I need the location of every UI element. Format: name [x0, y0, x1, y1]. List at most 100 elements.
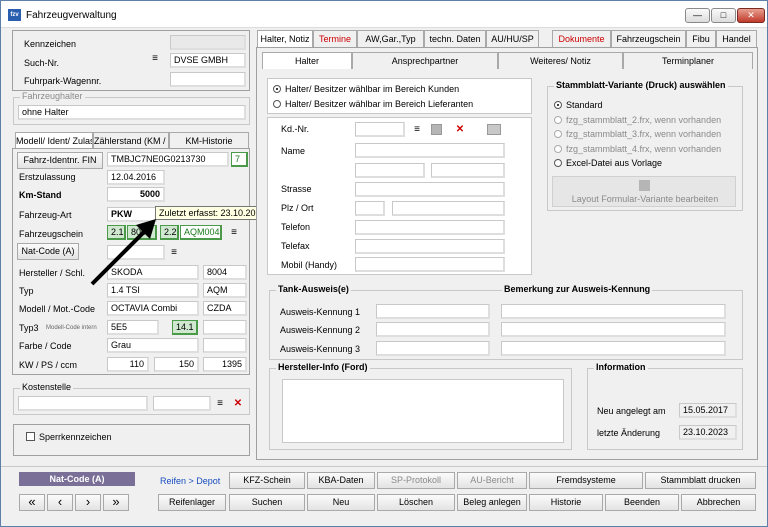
farbe-code-field[interactable]	[203, 338, 247, 353]
subtab-halter[interactable]: Halter	[262, 52, 352, 69]
halter-field[interactable]: ohne Halter	[18, 105, 246, 120]
radio-excel[interactable]	[554, 159, 562, 167]
typ-code-field[interactable]: AQM	[203, 283, 247, 298]
square-icon[interactable]	[431, 124, 442, 135]
tab-halter-notiz[interactable]: Halter, Notiz	[257, 30, 313, 47]
sperr-checkbox[interactable]	[26, 432, 35, 441]
modell-code-field[interactable]: CZDA	[203, 301, 247, 316]
hersteller-info-textarea[interactable]	[282, 379, 564, 443]
layout-button[interactable]: Layout Formular-Variante bearbeiten	[552, 176, 736, 207]
tab-km-historie[interactable]: KM-Historie	[169, 132, 249, 149]
card-icon[interactable]	[487, 124, 501, 135]
tab-termine[interactable]: Termine	[313, 30, 357, 47]
modell-field[interactable]: OCTAVIA Combi	[107, 301, 199, 316]
bemerkung-field-3[interactable]	[501, 341, 726, 356]
prev-record-icon[interactable]: ‹	[47, 494, 73, 511]
neu-angelegt-field: 15.05.2017	[679, 403, 737, 418]
next-record-icon[interactable]: ›	[75, 494, 101, 511]
ort-field[interactable]	[392, 201, 505, 216]
delete-icon[interactable]: ✕	[454, 124, 466, 136]
ausweis-field-3[interactable]	[376, 341, 490, 356]
erstzulassung-field[interactable]: 12.04.2016	[107, 170, 165, 185]
tab-au-hu-sp[interactable]: AU/HU/SP	[486, 30, 539, 47]
reifenlager-button[interactable]: Reifenlager	[158, 494, 226, 511]
subtab-weiteres-notiz[interactable]: Weiteres/ Notiz	[498, 52, 623, 69]
mobil-field[interactable]	[355, 257, 505, 272]
loeschen-button[interactable]: Löschen	[377, 494, 455, 511]
tab-aw-gar-typ[interactable]: AW,Gar.,Typ	[357, 30, 424, 47]
kba-daten-button[interactable]: KBA-Daten	[307, 472, 375, 489]
typ3-code-field[interactable]: 14.1	[172, 320, 198, 335]
ausweis-field-2[interactable]	[376, 322, 490, 337]
radio-lieferanten[interactable]	[273, 100, 281, 108]
kmstand-field[interactable]: 5000	[107, 187, 165, 202]
kennzeichen-field[interactable]	[170, 35, 246, 50]
hersteller-code-field[interactable]: 8004	[203, 265, 247, 280]
radio-stammblatt-4[interactable]	[554, 145, 562, 153]
subtab-terminplaner[interactable]: Terminplaner	[623, 52, 753, 69]
art-label: Fahrzeug-Art	[19, 210, 72, 220]
last-record-icon[interactable]: »	[103, 494, 129, 511]
such-field[interactable]: DVSE GMBH	[170, 53, 246, 68]
close-button[interactable]: ✕	[737, 8, 765, 23]
kostenstelle-field[interactable]	[18, 396, 148, 411]
radio-kunden[interactable]	[273, 85, 281, 93]
stammblatt-drucken-button[interactable]: Stammblatt drucken	[645, 472, 756, 489]
name-field-1[interactable]	[355, 143, 505, 158]
telefon-field[interactable]	[355, 220, 505, 235]
kfz-schein-button[interactable]: KFZ-Schein	[229, 472, 305, 489]
fin-field[interactable]: TMBJC7NE0G0213730	[107, 152, 229, 167]
abbrechen-button[interactable]: Abbrechen	[681, 494, 756, 511]
radio-stammblatt-2[interactable]	[554, 116, 562, 124]
au-bericht-button[interactable]: AU-Bericht	[457, 472, 527, 489]
suchen-button[interactable]: Suchen	[229, 494, 305, 511]
plz-field[interactable]	[355, 201, 385, 216]
name-field-2[interactable]	[355, 163, 425, 178]
kmstand-label: Km-Stand	[19, 190, 62, 200]
list-icon[interactable]: ≡	[150, 53, 160, 65]
fremdsysteme-button[interactable]: Fremdsysteme	[529, 472, 643, 489]
tab-dokumente[interactable]: Dokumente	[552, 30, 611, 47]
bemerkung-field-2[interactable]	[501, 322, 726, 337]
bemerkung-field-1[interactable]	[501, 304, 726, 319]
telefax-field[interactable]	[355, 239, 505, 254]
tab-zaehlerstand[interactable]: Zählerstand (KM / B	[93, 132, 169, 149]
ccm-field[interactable]: 1395	[203, 357, 247, 372]
fuhrpark-field[interactable]	[170, 72, 246, 87]
natcode-button[interactable]: Nat-Code (A)	[17, 243, 79, 260]
tab-fahrzeugschein[interactable]: Fahrzeugschein	[611, 30, 686, 47]
tab-techn-daten[interactable]: techn. Daten	[424, 30, 486, 47]
tab-handel[interactable]: Handel	[716, 30, 757, 47]
radio-standard[interactable]	[554, 101, 562, 109]
maximize-button[interactable]: □	[711, 8, 736, 23]
list-icon[interactable]: ≡	[168, 247, 180, 259]
typ3-extra-field[interactable]	[203, 320, 247, 335]
kd-field[interactable]	[355, 122, 405, 137]
kostenstelle-code-field[interactable]	[153, 396, 211, 411]
list-icon[interactable]: ≡	[214, 398, 226, 410]
name-field-3[interactable]	[431, 163, 505, 178]
sp-protokoll-button[interactable]: SP-Protokoll	[377, 472, 455, 489]
fin-button[interactable]: Fahrz-Identnr. FIN	[17, 152, 103, 169]
kw-field[interactable]: 110	[107, 357, 149, 372]
beleg-anlegen-button[interactable]: Beleg anlegen	[457, 494, 527, 511]
strasse-field[interactable]	[355, 182, 505, 197]
farbe-field[interactable]: Grau	[107, 338, 199, 353]
reifen-link[interactable]: Reifen > Depot	[160, 476, 220, 486]
list-icon[interactable]: ≡	[411, 124, 423, 136]
delete-icon[interactable]: ✕	[232, 398, 244, 410]
ps-field[interactable]: 150	[154, 357, 199, 372]
tab-fibu[interactable]: Fibu	[686, 30, 716, 47]
neu-button[interactable]: Neu	[307, 494, 375, 511]
list-icon[interactable]: ≡	[228, 227, 240, 239]
first-record-icon[interactable]: «	[19, 494, 45, 511]
tab-modell[interactable]: Modell/ Ident/ Zulass	[15, 132, 93, 149]
beenden-button[interactable]: Beenden	[605, 494, 679, 511]
schein-field-4[interactable]: AQM0046	[180, 225, 222, 240]
ausweis-field-1[interactable]	[376, 304, 490, 319]
minimize-button[interactable]: —	[685, 8, 710, 23]
radio-stammblatt-3[interactable]	[554, 130, 562, 138]
subtab-ansprechpartner[interactable]: Ansprechpartner	[352, 52, 498, 69]
typ3-field[interactable]: 5E5	[107, 320, 159, 335]
historie-button[interactable]: Historie	[529, 494, 603, 511]
